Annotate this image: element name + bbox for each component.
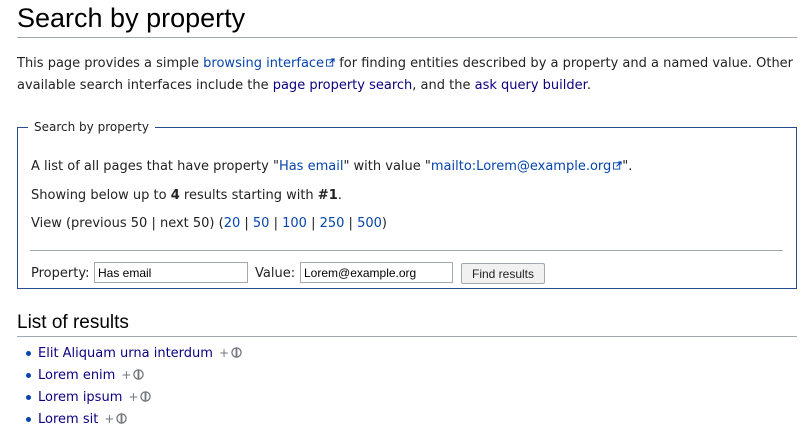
- browse-plus: +: [121, 368, 132, 382]
- result-offset: #1: [317, 188, 338, 203]
- browse-plus: +: [218, 346, 230, 360]
- browse-plus: +: [104, 412, 115, 426]
- value-mailto-link[interactable]: mailto:Lorem@example.org: [431, 159, 622, 174]
- result-link[interactable]: Lorem ipsum: [38, 390, 122, 405]
- list-item: Lorem ipsum +: [25, 388, 242, 410]
- value-input[interactable]: [300, 262, 453, 283]
- limit-250-link[interactable]: 250: [320, 216, 345, 231]
- bullet-icon: [26, 417, 31, 422]
- bullet-icon: [26, 373, 31, 378]
- browsing-interface-link[interactable]: browsing interface: [203, 56, 335, 71]
- list-item: Lorem enim +: [25, 366, 242, 388]
- limit-100-link[interactable]: 100: [282, 216, 307, 231]
- property-label: Property:: [31, 266, 90, 281]
- intro-text-4: .: [586, 78, 591, 93]
- info-icon: [140, 391, 152, 402]
- showing-prefix: Showing below up to: [31, 188, 171, 203]
- browse-plus: +: [128, 390, 139, 404]
- browsing-interface-label: browsing interface: [203, 56, 325, 71]
- view-prefix: View (previous 50 | next 50) (: [31, 216, 224, 231]
- browse-link[interactable]: +: [219, 346, 242, 360]
- view-suffix: ): [381, 216, 387, 231]
- limit-500-link[interactable]: 500: [357, 216, 382, 231]
- description-middle: " with value ": [343, 159, 431, 174]
- intro-paragraph: This page provides a simple browsing int…: [17, 53, 797, 97]
- page-property-search-link[interactable]: page property search: [273, 78, 413, 93]
- results-list: Elit Aliquam urna interdum + Lorem enim + …: [25, 344, 242, 432]
- bullet-icon: [26, 351, 31, 356]
- limit-separator: |: [306, 216, 320, 231]
- limit-20-link[interactable]: 20: [224, 216, 241, 231]
- intro-text-3: , and the: [412, 78, 475, 93]
- external-link-icon: [613, 161, 622, 170]
- info-icon: [231, 347, 242, 358]
- results-heading: List of results: [17, 311, 797, 337]
- limit-50-link[interactable]: 50: [253, 216, 270, 231]
- property-input[interactable]: [94, 262, 248, 283]
- info-icon: [133, 369, 145, 380]
- result-description: A list of all pages that have property "…: [31, 158, 632, 176]
- result-link[interactable]: Lorem sit: [38, 412, 98, 427]
- page-title: Search by property: [17, 0, 797, 38]
- page: Search by property This page provides a …: [0, 0, 811, 444]
- view-limit-navigation: View (previous 50 | next 50) (20 | 50 | …: [31, 215, 387, 233]
- list-item: Elit Aliquam urna interdum +: [25, 344, 242, 366]
- external-link-icon: [326, 58, 335, 67]
- limit-separator: |: [344, 216, 358, 231]
- value-label: Value:: [255, 266, 296, 281]
- intro-text-1: This page provides a simple: [17, 56, 204, 71]
- showing-middle: results starting with: [179, 188, 318, 203]
- description-suffix: ".: [622, 159, 633, 174]
- search-by-property-fieldset: Search by property A list of all pages t…: [17, 120, 797, 289]
- limit-separator: |: [240, 216, 253, 231]
- fieldset-legend: Search by property: [34, 120, 149, 134]
- property-link[interactable]: Has email: [279, 159, 344, 174]
- list-item: Lorem sit +: [25, 410, 242, 432]
- showing-suffix: .: [337, 188, 342, 203]
- showing-summary: Showing below up to 4 results starting w…: [31, 187, 342, 205]
- browse-link[interactable]: +: [128, 390, 152, 404]
- ask-query-builder-link[interactable]: ask query builder: [475, 78, 587, 93]
- value-mailto-label: mailto:Lorem@example.org: [430, 159, 612, 174]
- browse-link[interactable]: +: [121, 368, 145, 382]
- browse-link[interactable]: +: [104, 412, 128, 426]
- result-count: 4: [170, 188, 180, 203]
- limit-separator: |: [269, 216, 283, 231]
- info-icon: [116, 413, 128, 424]
- form-divider: [30, 250, 783, 251]
- find-results-button[interactable]: Find results: [461, 263, 545, 284]
- bullet-icon: [26, 395, 31, 400]
- description-prefix: A list of all pages that have property ": [31, 159, 279, 174]
- result-link[interactable]: Elit Aliquam urna interdum: [38, 346, 213, 361]
- result-link[interactable]: Lorem enim: [38, 368, 115, 383]
